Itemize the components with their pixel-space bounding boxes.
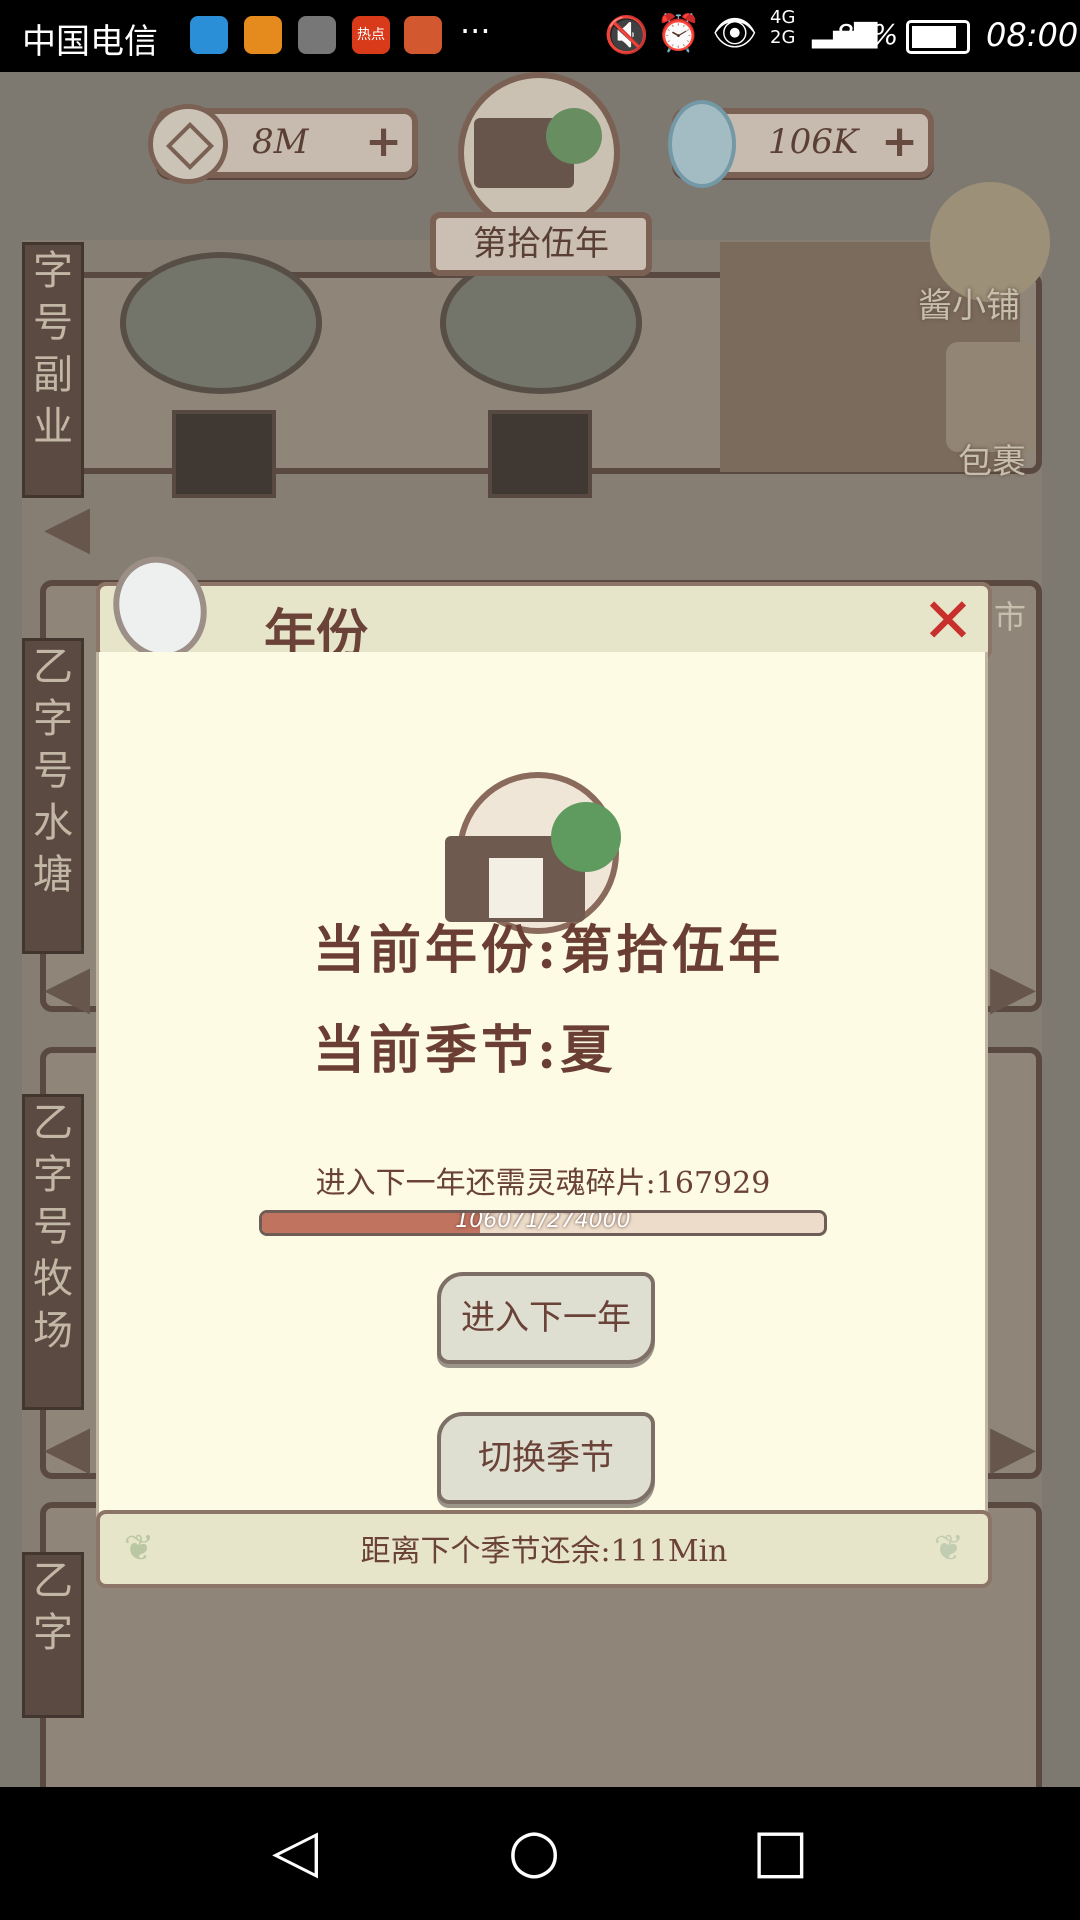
dialog-header: 年份 ✕ xyxy=(96,543,992,673)
home-icon[interactable]: ○ xyxy=(508,1816,560,1886)
mute-icon: 🔇 xyxy=(604,15,649,56)
battery-percent: 86% xyxy=(836,18,899,51)
season-countdown: 距离下个季节还余:111Min xyxy=(360,1534,728,1569)
mirror-icon xyxy=(94,543,222,673)
dialog-body: 当前年份:第拾伍年 当前季节:夏 进入下一年还需灵魂碎片:167929 1060… xyxy=(96,652,988,1520)
year-progress-bar: 106071/274000 xyxy=(259,1210,827,1236)
battery-icon xyxy=(906,20,970,54)
dialog-footer: ❦ 距离下个季节还余:111Min ❦ xyxy=(96,1510,992,1588)
eye-comfort-icon: 👁 xyxy=(712,13,758,54)
ginkgo-leaf-icon: ❦ xyxy=(933,1528,964,1569)
switch-season-button[interactable]: 切换季节 xyxy=(437,1412,655,1504)
tool-app-icon xyxy=(404,16,442,54)
health-app-icon xyxy=(190,16,228,54)
navigation-bar: ◁ ○ □ xyxy=(0,1788,1080,1920)
current-season-text: 当前季节:夏 xyxy=(313,1020,617,1081)
clock: 08:00 xyxy=(986,16,1079,54)
current-year-text: 当前年份:第拾伍年 xyxy=(313,920,785,981)
carrier-label: 中国电信 xyxy=(22,22,158,62)
hot-news-icon: 热点 xyxy=(352,16,390,54)
browser-app-icon xyxy=(244,16,282,54)
more-notifications-icon: ··· xyxy=(460,12,491,50)
year-progress-label: 106071/274000 xyxy=(455,1210,631,1233)
close-button[interactable]: ✕ xyxy=(922,586,974,656)
year-dialog: 年份 ✕ 当前年份:第拾伍年 当前季节:夏 进入下一年还需灵魂碎片:167929… xyxy=(96,543,992,1588)
soul-fragments-needed: 进入下一年还需灵魂碎片:167929 xyxy=(315,1166,771,1201)
recent-apps-icon[interactable]: □ xyxy=(752,1816,809,1886)
back-icon[interactable]: ◁ xyxy=(272,1816,318,1886)
status-bar: 中国电信 热点 ··· 🔇 ⏰ 👁 4G 2G ▂▄▆ 86% 08:00 xyxy=(0,0,1080,72)
game-area: 字号副业 乙字号水塘 乙字号牧场 乙字 ◀ ◀ ▶ ◀ ▶ 酱小铺 包裹 市 8… xyxy=(0,72,1080,1787)
network-type-label: 4G 2G xyxy=(770,7,796,48)
alarm-icon: ⏰ xyxy=(656,13,701,54)
next-year-button[interactable]: 进入下一年 xyxy=(437,1272,655,1364)
gallery-app-icon xyxy=(298,16,336,54)
